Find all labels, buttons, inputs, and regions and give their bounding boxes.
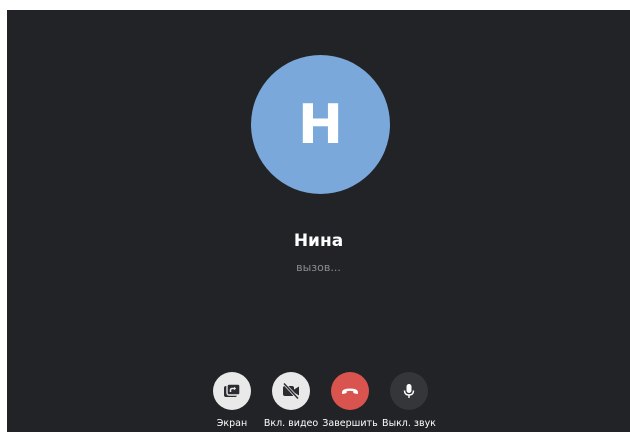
call-controls: Экран Вкл. видео Завершить Выкл. звук	[7, 10, 630, 432]
phone-hangup-icon[interactable]	[331, 372, 369, 410]
enable-video-label: Вкл. видео	[263, 418, 319, 429]
microphone-icon[interactable]	[390, 372, 428, 410]
video-off-icon[interactable]	[272, 372, 310, 410]
mute-label: Выкл. звук	[382, 418, 436, 429]
screen-share-icon[interactable]	[213, 372, 251, 410]
mute-button[interactable]: Выкл. звук	[371, 372, 447, 432]
call-window: Н Нина вызов... Экран Вкл. видео Заверши…	[7, 10, 630, 432]
screen-share-label: Экран	[216, 418, 248, 429]
end-call-label: Завершить	[322, 418, 378, 429]
